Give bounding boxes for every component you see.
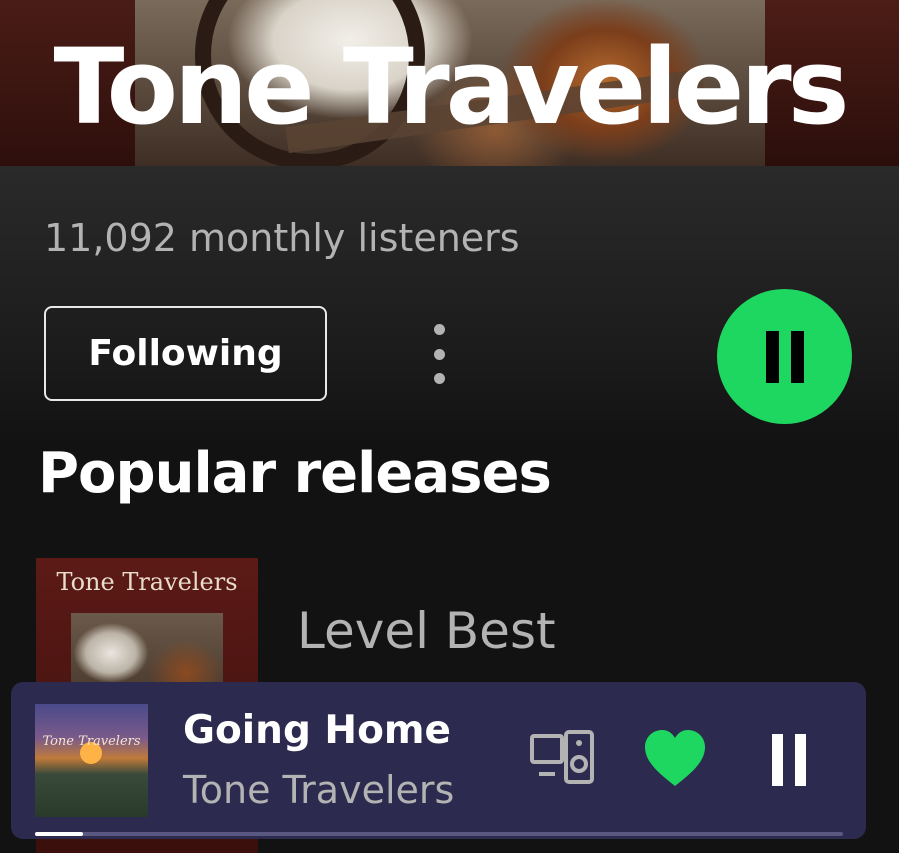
devices-icon: [530, 730, 594, 784]
pause-icon-bar: [790, 330, 804, 383]
playback-progress-bar[interactable]: [35, 832, 843, 836]
monthly-listeners: 11,092 monthly listeners: [44, 216, 520, 260]
now-playing-album-art[interactable]: Tone Travelers: [35, 704, 148, 817]
artist-header-image: Tone Travelers: [0, 0, 899, 166]
more-vertical-icon-dot: [433, 348, 445, 360]
now-playing-title[interactable]: Going Home: [183, 708, 451, 753]
more-options-button[interactable]: [414, 316, 464, 392]
pause-icon-bar: [795, 734, 806, 786]
section-title: Popular releases: [38, 441, 552, 506]
pause-icon: [765, 330, 779, 383]
release-title[interactable]: Level Best: [297, 602, 556, 660]
play-pause-button[interactable]: [717, 289, 852, 424]
album-art-text: Tone Travelers: [42, 734, 141, 749]
now-playing-pause-button[interactable]: [761, 730, 817, 790]
more-vertical-icon: [433, 324, 445, 335]
follow-button[interactable]: Following: [44, 306, 327, 401]
release-cover-text: Tone Travelers: [56, 568, 238, 596]
artist-name: Tone Travelers: [53, 26, 849, 148]
heart-icon: [645, 730, 705, 786]
now-playing-artist[interactable]: Tone Travelers: [183, 768, 454, 812]
now-playing-bar[interactable]: Tone Travelers Going Home Tone Travelers: [11, 682, 866, 839]
pause-icon: [772, 734, 783, 786]
more-vertical-icon-dot: [433, 373, 445, 384]
devices-button[interactable]: [529, 730, 597, 786]
playback-progress-fill: [35, 832, 84, 836]
like-button[interactable]: [643, 728, 707, 790]
